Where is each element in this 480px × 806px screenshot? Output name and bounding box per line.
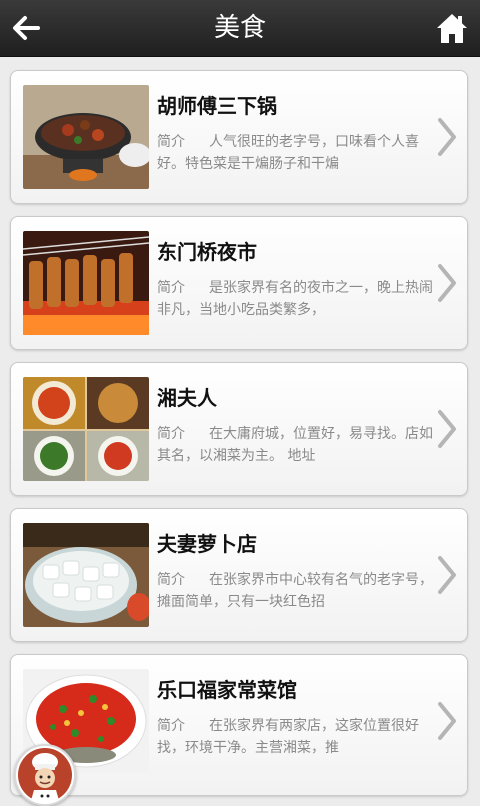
item-description: 简介 在张家界市中心较有名气的老字号，摊面简单，只有一块红色招 (157, 569, 437, 615)
item-description: 简介 在大庸府城，位置好，易寻找。店如其名，以湘菜为主。 地址 (157, 423, 437, 469)
chevron-right-icon (438, 264, 456, 302)
chevron-right-icon (438, 410, 456, 448)
chef-avatar-button[interactable] (14, 744, 76, 806)
item-title: 乐口福家常菜馆 (157, 678, 297, 702)
food-thumbnail (23, 523, 149, 627)
chevron-right-icon (438, 556, 456, 594)
page-title: 美食 (213, 13, 266, 43)
food-thumbnail (23, 231, 149, 335)
item-summary: 是张家界有名的夜市之一，晚上热闹非凡，当地小吃品类繁多， (157, 280, 433, 318)
item-label: 简介 (157, 426, 185, 442)
list-item[interactable]: 胡师傅三下锅 简介 人气很旺的老字号，口味看个人喜好。特色菜是干煸肠子和干煸 (10, 70, 468, 204)
top-bar: 美食 (0, 0, 480, 57)
home-icon (437, 14, 467, 43)
item-label: 简介 (157, 718, 185, 734)
list-item[interactable]: 东门桥夜市 简介 是张家界有名的夜市之一，晚上热闹非凡，当地小吃品类繁多， (10, 216, 468, 350)
home-button[interactable] (434, 10, 470, 46)
list-item[interactable]: 湘夫人 简介 在大庸府城，位置好，易寻找。店如其名，以湘菜为主。 地址 (10, 362, 468, 496)
item-label: 简介 (157, 280, 185, 296)
item-summary: 在张家界有两家店，这家位置很好找，环境干净。主营湘菜，推 (157, 718, 419, 756)
list-item[interactable]: 夫妻萝卜店 简介 在张家界市中心较有名气的老字号，摊面简单，只有一块红色招 (10, 508, 468, 642)
list-item[interactable]: 乐口福家常菜馆 简介 在张家界有两家店，这家位置很好找，环境干净。主营湘菜，推 (10, 654, 468, 796)
item-label: 简介 (157, 572, 185, 588)
item-summary: 人气很旺的老字号，口味看个人喜好。特色菜是干煸肠子和干煸 (157, 134, 419, 172)
item-description: 简介 是张家界有名的夜市之一，晚上热闹非凡，当地小吃品类繁多， (157, 277, 437, 323)
item-title: 东门桥夜市 (157, 240, 257, 264)
item-title: 湘夫人 (157, 386, 217, 410)
chef-icon (18, 748, 72, 804)
chevron-right-icon (438, 118, 456, 156)
item-title: 夫妻萝卜店 (157, 532, 257, 556)
food-thumbnail (23, 85, 149, 189)
item-description: 简介 人气很旺的老字号，口味看个人喜好。特色菜是干煸肠子和干煸 (157, 131, 437, 177)
item-label: 简介 (157, 134, 185, 150)
item-title: 胡师傅三下锅 (157, 94, 277, 118)
item-summary: 在大庸府城，位置好，易寻找。店如其名，以湘菜为主。 地址 (157, 426, 433, 464)
food-thumbnail (23, 377, 149, 481)
item-description: 简介 在张家界有两家店，这家位置很好找，环境干净。主营湘菜，推 (157, 715, 437, 761)
item-summary: 在张家界市中心较有名气的老字号，摊面简单，只有一块红色招 (157, 572, 433, 610)
chevron-right-icon (438, 702, 456, 740)
